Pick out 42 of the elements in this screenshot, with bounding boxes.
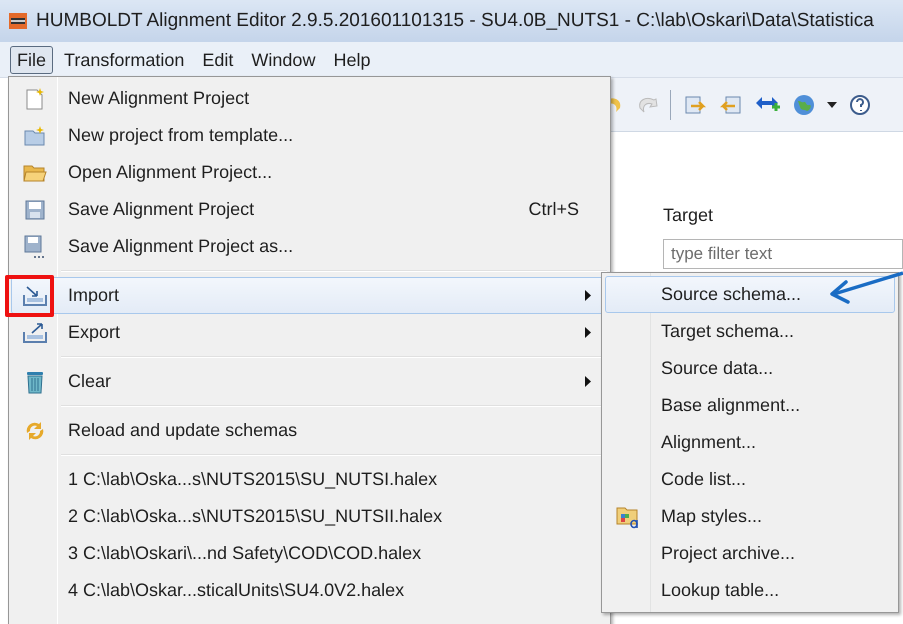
submenu-arrow-icon	[585, 290, 591, 301]
menu-bar-item[interactable]: Window	[244, 46, 322, 74]
menu-item[interactable]: Source data...	[605, 350, 895, 387]
shortcut-label: Ctrl+S	[528, 198, 580, 221]
menu-item[interactable]: Save Alignment Project as...	[11, 228, 607, 265]
menu-bar-item[interactable]: Transformation	[57, 46, 192, 74]
menu-item[interactable]: Save Alignment Project Ctrl+S	[11, 191, 607, 228]
menu-item[interactable]: Code list...	[605, 461, 895, 498]
filter-field[interactable]: type filter text	[663, 239, 903, 269]
folder-icon	[23, 162, 47, 182]
submenu-arrow-icon	[585, 376, 591, 387]
highlight-frame	[5, 275, 54, 317]
menu-item[interactable]: Target schema...	[605, 313, 895, 350]
submenu-arrow-icon	[585, 327, 591, 338]
menu-item[interactable]: Reload and update schemas	[11, 412, 607, 449]
document-arrow-icon[interactable]	[683, 94, 707, 116]
menu-item[interactable]: Export	[11, 314, 607, 351]
menu-item[interactable]: Base alignment...	[605, 387, 895, 424]
new-file-icon	[24, 86, 46, 110]
new-folder-icon	[23, 124, 47, 146]
app-icon	[8, 12, 28, 30]
menu-item[interactable]: Source schema...	[605, 276, 895, 313]
dropdown-caret-icon[interactable]	[827, 102, 837, 108]
menu-item[interactable]: Clear	[11, 363, 607, 400]
menu-bar-item[interactable]: Help	[326, 46, 378, 74]
export-icon	[22, 322, 48, 344]
import-icon	[22, 284, 48, 306]
help-icon[interactable]	[849, 94, 871, 116]
menu-item[interactable]: New project from template...	[11, 117, 607, 154]
window-title: HUMBOLDT Alignment Editor 2.9.5.201601101315 - SU4.0B_NUTS1 - C:\lab\Oskari\Data\Statistica	[36, 8, 874, 33]
menu-bar-item[interactable]: File	[10, 46, 54, 74]
panel-title: Target	[663, 204, 714, 227]
menu-item[interactable]: Alignment...	[605, 424, 895, 461]
menu-item[interactable]: Map styles...	[605, 498, 895, 535]
globe-icon[interactable]	[793, 94, 815, 116]
menu-bar-item[interactable]: Edit	[195, 46, 240, 74]
menu-item[interactable]: Open Alignment Project...	[11, 154, 607, 191]
floppy-disk-icon	[23, 234, 47, 260]
document-arrow-icon[interactable]	[719, 94, 743, 116]
menu-item[interactable]: New Alignment Project	[11, 80, 607, 117]
menu-item[interactable]: Project archive...	[605, 535, 895, 572]
menu-item[interactable]: Lookup table...	[605, 572, 895, 609]
